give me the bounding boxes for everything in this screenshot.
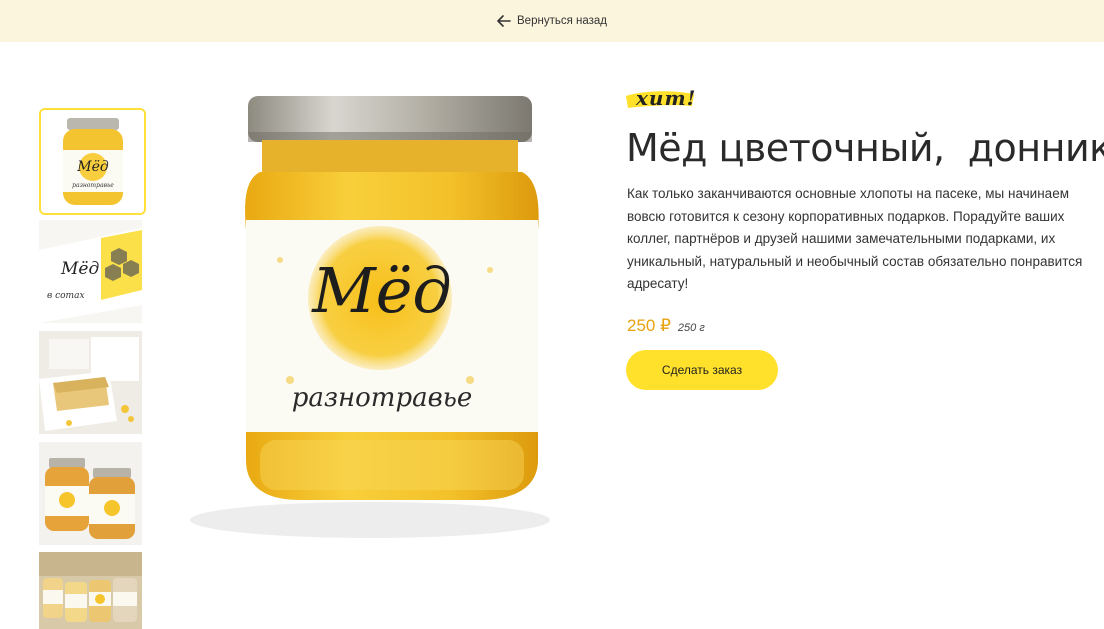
- product-title: Мёд цветочный, донник: [626, 126, 1104, 170]
- thumb-two-jars[interactable]: [39, 442, 142, 545]
- svg-text:Мёд: Мёд: [60, 259, 99, 279]
- top-bar: Вернуться назад: [0, 0, 1104, 42]
- jar-thumbnail-image: Мёд разнотравье: [41, 110, 144, 213]
- thumb-jar-front[interactable]: Мёд разнотравье: [39, 108, 146, 215]
- order-button[interactable]: Сделать заказ: [626, 350, 778, 390]
- svg-text:Мёд: Мёд: [76, 159, 109, 175]
- product-weight: 250 г: [677, 322, 705, 334]
- hit-badge: хит!: [624, 84, 704, 114]
- svg-text:в сотах: в сотах: [47, 291, 85, 301]
- honey-jar-image: Мёд разнотравье: [190, 96, 550, 538]
- back-link[interactable]: Вернуться назад: [497, 15, 607, 27]
- product-price: 250 ₽: [627, 316, 671, 335]
- product-description: Как только заканчиваются основные хлопот…: [627, 186, 1083, 291]
- jar-collection-image: [39, 552, 142, 629]
- svg-text:Мёд: Мёд: [311, 254, 451, 327]
- honeycomb-box-image: Мёд в сотах: [39, 220, 142, 323]
- price-row: 250 ₽ 250 г: [627, 316, 705, 336]
- thumb-gift-box[interactable]: [39, 331, 142, 434]
- thumb-honeycomb-box[interactable]: Мёд в сотах: [39, 220, 142, 323]
- thumb-jar-collection[interactable]: [39, 552, 142, 629]
- gift-box-image: [39, 331, 142, 434]
- hit-badge-label: хит!: [636, 86, 697, 110]
- back-link-label: Вернуться назад: [517, 15, 607, 27]
- arrow-left-icon: [497, 15, 511, 27]
- main-product-image: Мёд разнотравье: [170, 80, 610, 550]
- two-jars-image: [39, 442, 142, 545]
- svg-text:разнотравье: разнотравье: [292, 383, 473, 413]
- svg-text:разнотравье: разнотравье: [72, 182, 114, 189]
